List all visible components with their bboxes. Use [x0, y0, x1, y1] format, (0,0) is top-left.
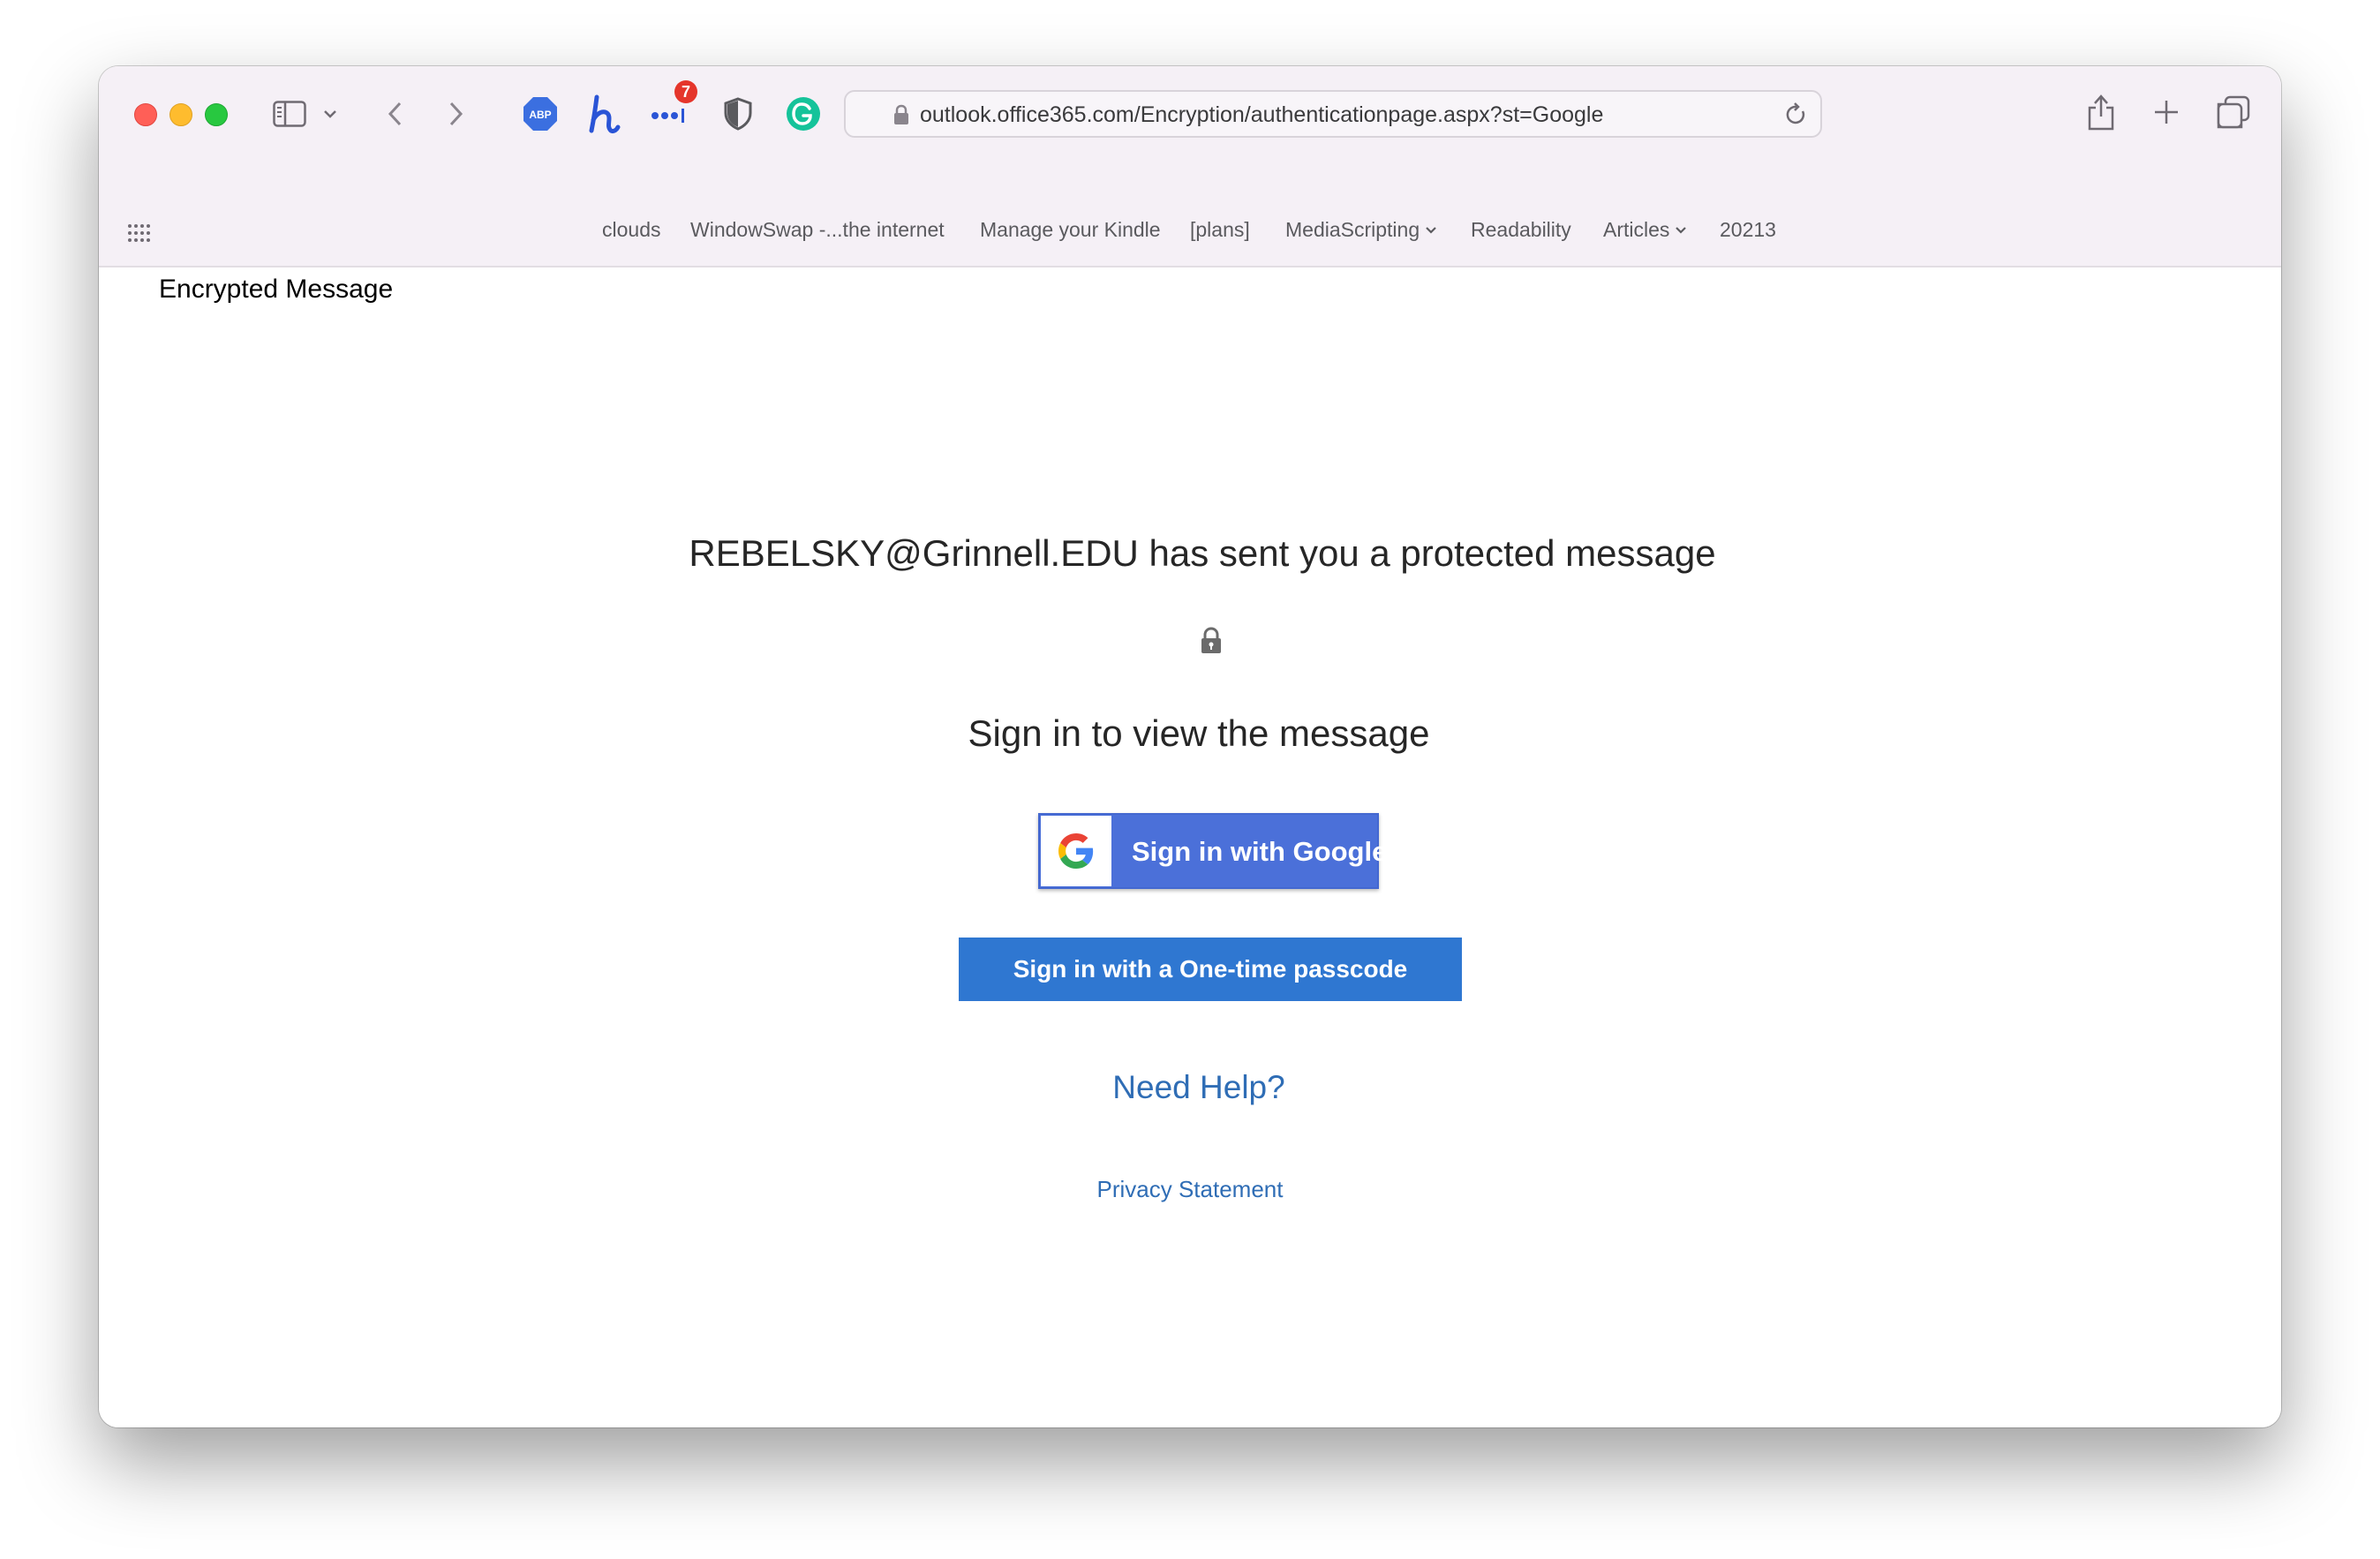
bookmark-20213[interactable]: 20213 — [1720, 218, 1776, 242]
share-icon[interactable] — [2085, 91, 2117, 132]
zoom-window-button[interactable] — [205, 103, 228, 126]
chevron-down-icon[interactable] — [321, 105, 339, 123]
page-title: Encrypted Message — [159, 275, 394, 304]
lock-icon — [893, 104, 909, 125]
bookmark-articles[interactable]: Articles — [1603, 218, 1687, 242]
grammarly-icon[interactable] — [784, 94, 823, 133]
bookmark-label: Readability — [1471, 218, 1571, 241]
bookmark-plans[interactable]: [plans] — [1190, 218, 1250, 242]
sign-in-passcode-button[interactable]: Sign in with a One-time passcode — [959, 938, 1462, 1001]
bookmark-mediascripting[interactable]: MediaScripting — [1285, 218, 1437, 242]
bookmark-label: MediaScripting — [1285, 218, 1420, 241]
reload-icon[interactable] — [1785, 102, 1808, 127]
shield-icon[interactable] — [720, 94, 756, 133]
need-help-link[interactable]: Need Help? — [108, 1069, 2281, 1106]
sender-message: REBELSKY@Grinnell.EDU has sent you a pro… — [689, 532, 1716, 574]
bookmark-windowswap[interactable]: WindowSwap -...the internet — [690, 218, 945, 242]
google-button-label: Sign in with Google — [1132, 836, 1388, 867]
chevron-down-icon — [1426, 226, 1436, 234]
svg-text:ABP: ABP — [529, 109, 551, 121]
tabs-icon[interactable] — [2216, 94, 2251, 130]
bookmark-label: Articles — [1603, 218, 1670, 241]
sidebar-icon[interactable] — [272, 96, 307, 132]
bookmark-kindle[interactable]: Manage your Kindle — [980, 218, 1161, 242]
forward-icon[interactable] — [443, 98, 470, 130]
close-window-button[interactable] — [134, 103, 157, 126]
browser-window: ABP 7 outlook.office365.com/Encryption/a… — [99, 66, 2281, 1427]
plus-icon[interactable] — [2150, 96, 2182, 128]
google-logo-icon — [1041, 816, 1111, 886]
grid-icon[interactable] — [127, 223, 152, 243]
bookmark-label: Manage your Kindle — [980, 218, 1161, 241]
bookmark-label: 20213 — [1720, 218, 1776, 241]
chevron-down-icon — [1676, 226, 1687, 234]
sign-in-heading: Sign in to view the message — [968, 712, 1430, 754]
privacy-statement-link[interactable]: Privacy Statement — [99, 1176, 2281, 1203]
dots-icon[interactable] — [650, 102, 689, 126]
sign-in-google-button[interactable]: Sign in with Google — [1038, 813, 1387, 889]
page-content: Encrypted Message REBELSKY@Grinnell.EDU … — [99, 267, 2281, 1427]
browser-toolbar: ABP 7 outlook.office365.com/Encryption/a… — [99, 66, 2281, 200]
bookmark-readability[interactable]: Readability — [1471, 218, 1571, 242]
bookmark-clouds[interactable]: clouds — [602, 218, 660, 242]
url-text: outlook.office365.com/Encryption/authent… — [920, 102, 1604, 127]
address-bar[interactable]: outlook.office365.com/Encryption/authent… — [844, 90, 1822, 138]
favorites-bar: clouds WindowSwap -...the internet Manag… — [99, 200, 2281, 267]
honey-icon[interactable] — [584, 93, 623, 135]
bookmark-label: WindowSwap -...the internet — [690, 218, 945, 241]
bookmark-label: [plans] — [1190, 218, 1250, 241]
adblock-icon[interactable]: ABP — [521, 94, 560, 133]
lock-icon — [1199, 627, 1224, 655]
minimize-window-button[interactable] — [169, 103, 192, 126]
notification-badge: 7 — [674, 80, 697, 103]
back-icon[interactable] — [381, 98, 408, 130]
bookmark-label: clouds — [602, 218, 661, 241]
